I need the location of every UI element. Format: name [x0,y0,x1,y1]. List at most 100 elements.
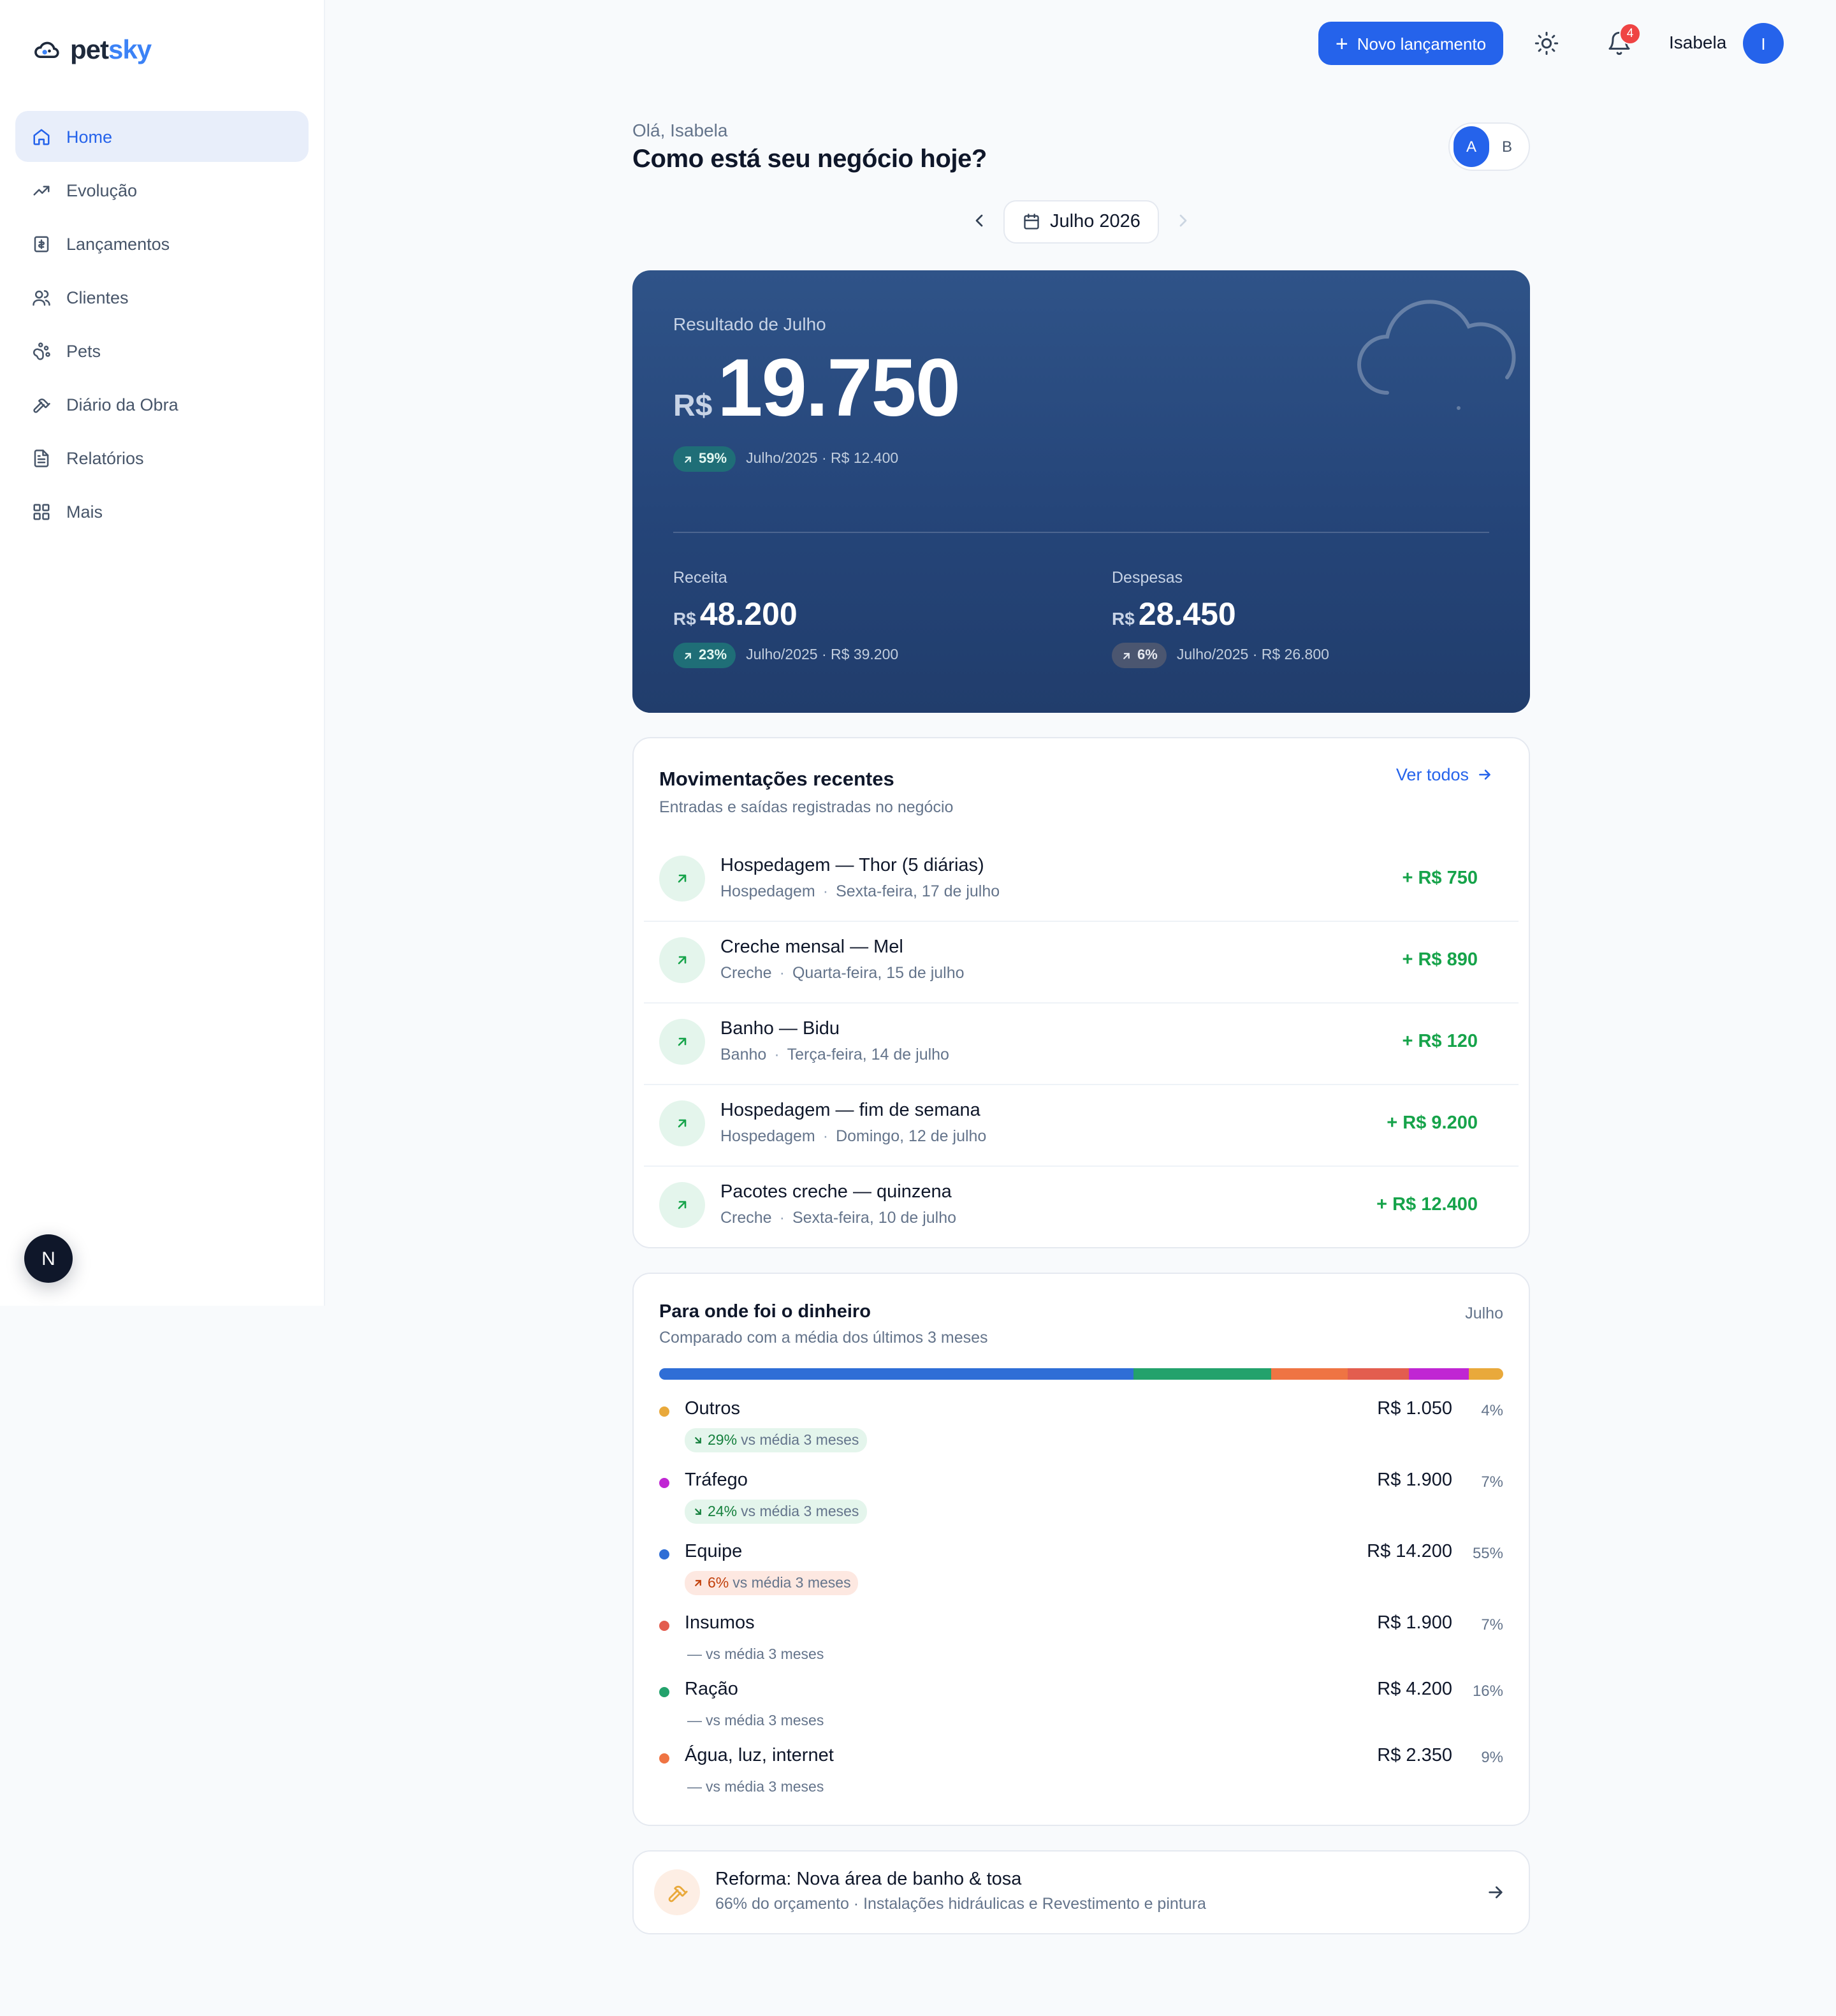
spending-category-row[interactable]: Equipe R$ 14.200 55% 6% vs média 3 meses [659,1542,1503,1600]
hammer-icon [33,398,50,413]
hero-divider [673,532,1489,533]
category-color-dot [659,1406,669,1417]
transaction-row[interactable]: Banho — Bidu Banho · Terça-feira, 14 de jul… [644,1004,1519,1085]
month-selector[interactable]: Julho 2026 [1003,200,1159,244]
sidebar-item-label: Diário da Obra [66,395,178,414]
sidebar-item-relatorios[interactable]: Relatórios [15,432,309,483]
transaction-meta: Creche · Sexta-feira, 10 de julho [720,1209,956,1227]
transaction-category: Hospedagem [720,1127,815,1145]
variant-a-button[interactable]: A [1454,126,1489,167]
chevron-left-icon[interactable] [969,210,989,231]
category-value: R$ 2.350 [1377,1746,1452,1766]
category-value: R$ 4.200 [1377,1679,1452,1700]
category-value: R$ 1.050 [1377,1399,1452,1419]
transactions-list: Hospedagem — Thor (5 diárias) Hospedagem ·… [644,840,1519,1247]
transaction-title: Banho — Bidu [720,1019,840,1039]
transaction-row[interactable]: Creche mensal — Mel Creche · Quarta-feira, … [644,922,1519,1004]
spending-category-row[interactable]: Água, luz, internet R$ 2.350 9% — vs média 3… [659,1746,1503,1804]
recent-transactions-card: Movimentações recentes Entradas e saídas… [632,737,1530,1248]
paw-icon [33,342,50,360]
variant-toggle: A B [1448,122,1530,171]
transaction-row[interactable]: Hospedagem — fim de semana Hospedagem · Dom… [644,1085,1519,1167]
transaction-date: Terça-feira, 14 de julho [787,1046,949,1063]
hero-change-chip: 59% [673,446,736,472]
new-entry-button[interactable]: + Novo lançamento [1318,22,1503,65]
category-value: R$ 1.900 [1377,1470,1452,1491]
transaction-row[interactable]: Hospedagem — Thor (5 diárias) Hospedagem ·… [644,840,1519,922]
transaction-row[interactable]: Pacotes creche — quinzena Creche · Sexta-fe… [644,1167,1519,1247]
category-value: R$ 1.900 [1377,1613,1452,1633]
transaction-meta: Hospedagem · Domingo, 12 de julho [720,1127,986,1145]
category-name: Insumos [685,1613,755,1633]
transaction-title: Hospedagem — Thor (5 diárias) [720,856,984,876]
spending-category-row[interactable]: Ração R$ 4.200 16% — vs média 3 meses [659,1679,1503,1738]
sidebar-item-lancamentos[interactable]: Lançamentos [15,218,309,269]
sidebar-item-evolucao[interactable]: Evolução [15,164,309,215]
transactions-subtitle: Entradas e saídas registradas no negócio [659,798,954,816]
sidebar-item-label: Lançamentos [66,234,170,253]
brand-logo[interactable]: petsky [32,36,152,66]
trending-up-icon [33,185,50,195]
sidebar-item-clientes[interactable]: Clientes [15,272,309,323]
hero-comparison: 59% Julho/2025 · R$ 12.400 [673,446,898,472]
arrow-down-right-icon [695,1508,701,1515]
category-color-dot [659,1687,669,1697]
expenses-comparison: 6% Julho/2025 · R$ 26.800 [1112,643,1329,668]
sun-icon[interactable] [1534,31,1559,56]
variant-b-button[interactable]: B [1489,126,1525,167]
category-percent: 9% [1481,1748,1503,1766]
spending-breakdown-card: Para onde foi o dinheiro Comparado com a… [632,1273,1530,1826]
project-icon-wrap [654,1869,700,1915]
arrow-right-icon [1479,770,1490,780]
category-value: R$ 14.200 [1367,1542,1452,1562]
arrow-up-right-icon [659,1182,705,1228]
sidebar-item-pets[interactable]: Pets [15,325,309,376]
spending-category-row[interactable]: Insumos R$ 1.900 7% — vs média 3 meses [659,1613,1503,1672]
spending-category-row[interactable]: Outros R$ 1.050 4% 29% vs média 3 meses [659,1399,1503,1457]
category-name: Outros [685,1399,741,1419]
hero-currency: R$ [673,389,713,423]
sidebar: petsky Home Evolução Lançamentos Cliente… [0,0,325,1306]
arrow-right-icon[interactable] [1485,1882,1506,1903]
revenue-block: Receita R$ 48.200 23% Julho/2025 · R$ 39… [673,569,898,668]
transaction-amount: + R$ 750 [1402,868,1478,889]
chevron-right-icon[interactable] [1173,210,1193,231]
result-hero-card: Resultado de Julho R$ 19.750 59% Julho/2… [632,270,1530,713]
category-name: Água, luz, internet [685,1746,834,1766]
trend-neutral: — vs média 3 meses [687,1779,824,1795]
expenses-label: Despesas [1112,569,1183,587]
paw-cloud-logo-icon [34,41,59,58]
bar-segment [1348,1368,1409,1380]
sidebar-item-diario-da-obra[interactable]: Diário da Obra [15,379,309,430]
notification-count-badge: 4 [1619,23,1641,45]
app-root: petsky Home Evolução Lançamentos Cliente… [0,0,1836,2016]
project-card[interactable]: Reforma: Nova área de banho & tosa 66% d… [632,1850,1530,1934]
sidebar-item-label: Clientes [66,288,129,307]
page-title: Como está seu negócio hoje? [632,145,987,173]
sidebar-item-label: Evolução [66,180,138,200]
bar-segment [1408,1368,1469,1380]
see-all-link[interactable]: Ver todos [1396,765,1493,784]
revenue-comparison: 23% Julho/2025 · R$ 39.200 [673,643,898,668]
separator-dot: · [822,882,829,900]
receipt-icon [34,235,49,252]
transaction-date: Sexta-feira, 17 de julho [836,882,1000,900]
sidebar-item-label: Relatórios [66,448,144,467]
expenses-change-chip: 6% [1112,643,1167,668]
category-percent: 4% [1481,1401,1503,1419]
users-icon [33,289,50,305]
sidebar-item-label: Home [66,127,113,146]
transaction-date: Domingo, 12 de julho [836,1127,987,1145]
category-name: Equipe [685,1542,743,1562]
transaction-date: Quarta-feira, 15 de julho [792,964,965,982]
arrow-up-right-icon [659,1019,705,1065]
spending-category-row[interactable]: Tráfego R$ 1.900 7% 24% vs média 3 meses [659,1470,1503,1529]
avatar[interactable]: I [1743,23,1784,64]
sidebar-item-home[interactable]: Home [15,111,309,162]
sidebar-item-mais[interactable]: Mais [15,486,309,537]
trend-chip: 29% vs média 3 meses [685,1428,867,1452]
floating-n-badge[interactable]: N [24,1234,73,1283]
spending-stacked-bar [659,1368,1503,1380]
user-name[interactable]: Isabela [1669,32,1726,52]
transaction-amount: + R$ 890 [1402,950,1478,970]
